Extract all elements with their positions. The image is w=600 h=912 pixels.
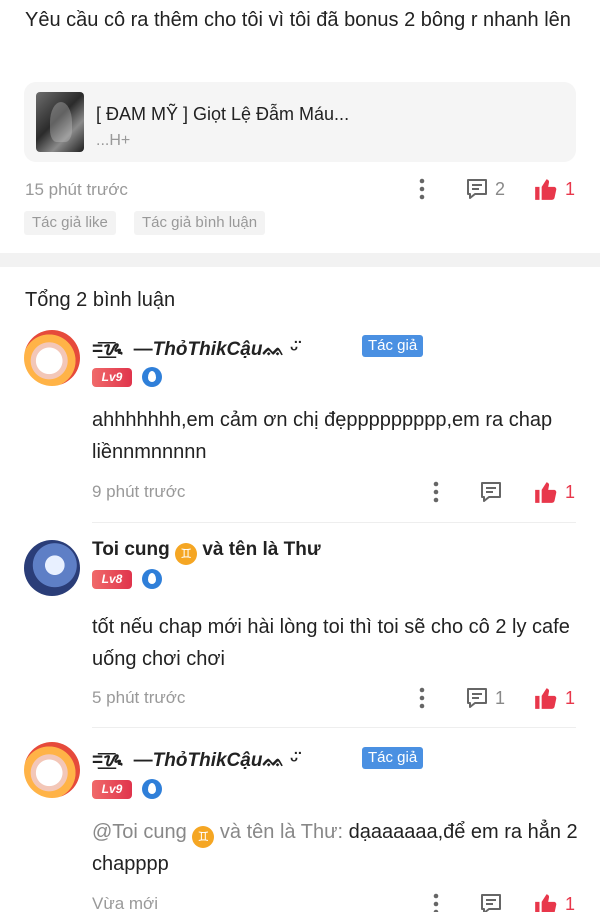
commenter-name[interactable]: =̲͟͞ᝰ —ThỏThikCậuᨐ ᵕ̈ xyxy=(92,746,298,772)
commenter-name[interactable]: Toi cung ♊ và tên là Thư xyxy=(92,539,321,565)
comment-icon xyxy=(481,482,501,502)
commenter-name[interactable]: =̲͟͞ᝰ —ThỏThikCậuᨐ ᵕ̈ xyxy=(92,335,298,361)
comment-separator xyxy=(92,727,576,728)
post-like-count: 1 xyxy=(565,178,576,199)
thumbs-up-icon xyxy=(535,894,557,912)
linked-book-card[interactable]: [ ĐAM MỸ ] Giọt Lệ Đẫm Máu... ...H+ xyxy=(24,82,576,162)
avatar[interactable] xyxy=(24,742,80,798)
comment-like-button[interactable]: 1 xyxy=(533,891,575,912)
more-vertical-icon xyxy=(433,481,439,503)
comment-more-button[interactable] xyxy=(428,892,444,912)
gem-icon xyxy=(142,569,162,589)
comment-total: Tổng 2 bình luận xyxy=(25,289,176,311)
tag-author-liked: Tác giả like xyxy=(24,211,116,235)
avatar[interactable] xyxy=(24,330,80,386)
avatar[interactable] xyxy=(24,540,80,596)
thumbs-up-icon xyxy=(535,688,557,709)
comment-reply-button[interactable] xyxy=(479,892,509,912)
thumbs-up-icon xyxy=(535,179,557,200)
post-time: 15 phút trước xyxy=(25,180,128,199)
level-badge: Lv9 xyxy=(92,368,132,387)
like-count: 1 xyxy=(565,893,576,912)
comment-time: 9 phút trước xyxy=(92,482,186,501)
section-divider xyxy=(0,253,600,267)
gem-icon xyxy=(142,367,162,387)
comment-text: @Toi cung ♊ và tên là Thư: dạaaaaaa,để e… xyxy=(92,821,578,875)
comment-text: tốt nếu chap mới hài lòng toi thì toi sẽ… xyxy=(92,616,570,670)
comment-time: 5 phút trước xyxy=(92,688,186,707)
comment-separator xyxy=(92,522,576,523)
comment-time: Vừa mới xyxy=(92,894,158,912)
post-like-button[interactable]: 1 xyxy=(533,176,575,202)
more-vertical-icon xyxy=(433,893,439,912)
comment-like-button[interactable]: 1 xyxy=(533,685,575,711)
comment-more-button[interactable] xyxy=(428,480,444,504)
tag-author-commented: Tác giả bình luận xyxy=(134,211,266,235)
comment-reply-button[interactable] xyxy=(479,480,509,504)
comment-text: ahhhhhhh,em cảm ơn chị đẹppppppppp,em ra… xyxy=(92,409,553,463)
gem-icon xyxy=(142,779,162,799)
author-badge: Tác giả xyxy=(362,335,424,357)
reply-mention[interactable]: @Toi cung ♊ và tên là Thư: xyxy=(92,821,343,848)
post-comment-count: 2 xyxy=(495,178,506,199)
like-count: 1 xyxy=(565,481,576,502)
post-more-button[interactable] xyxy=(414,177,430,201)
book-cover-image xyxy=(36,92,84,152)
post-comment-button[interactable]: 2 xyxy=(465,177,505,201)
level-badge: Lv9 xyxy=(92,780,132,799)
comment-reply-button[interactable]: 1 xyxy=(465,686,505,710)
book-subtitle: ...H+ xyxy=(96,132,131,149)
comment-icon xyxy=(467,179,487,199)
comment-icon xyxy=(467,688,487,708)
reply-count: 1 xyxy=(495,687,506,708)
like-count: 1 xyxy=(565,687,576,708)
book-title: [ ĐAM MỸ ] Giọt Lệ Đẫm Máu... xyxy=(96,104,350,124)
post-text: Yêu cầu cô ra thêm cho tôi vì tôi đã bon… xyxy=(25,9,571,31)
author-badge: Tác giả xyxy=(362,747,424,769)
comment-like-button[interactable]: 1 xyxy=(533,479,575,505)
comment-icon xyxy=(481,894,501,912)
more-vertical-icon xyxy=(419,687,425,709)
thumbs-up-icon xyxy=(535,482,557,503)
level-badge: Lv8 xyxy=(92,570,132,589)
comment-more-button[interactable] xyxy=(414,686,430,710)
more-vertical-icon xyxy=(419,178,425,200)
